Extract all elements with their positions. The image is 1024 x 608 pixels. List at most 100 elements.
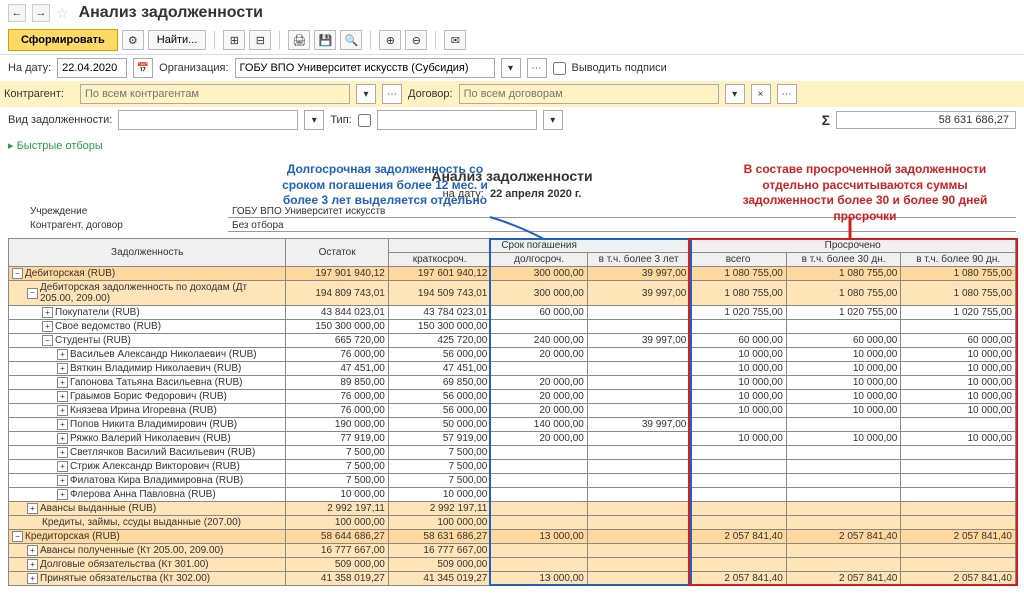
find-button[interactable]: Найти... <box>148 30 207 50</box>
table-row[interactable]: Кредиты, займы, ссуды выданные (207.00)1… <box>9 516 1016 530</box>
tree-toggle[interactable]: + <box>27 545 38 556</box>
org-dropdown-icon[interactable]: ▾ <box>501 58 521 78</box>
row-name: Кредиты, займы, ссуды выданные (207.00) <box>42 517 241 528</box>
table-row[interactable]: +Ряжко Валерий Николаевич (RUB)77 919,00… <box>9 432 1016 446</box>
contract-clear-icon[interactable]: × <box>751 84 771 104</box>
contractor-dropdown-icon[interactable]: ▾ <box>356 84 376 104</box>
tree-toggle[interactable]: − <box>12 531 23 542</box>
debt-type-label: Вид задолженности: <box>8 114 112 126</box>
type-checkbox[interactable] <box>358 114 371 127</box>
table-row[interactable]: −Кредиторская (RUB)58 644 686,2758 631 6… <box>9 530 1016 544</box>
annotation-blue: Долгосрочная задолженность со сроком пог… <box>270 162 500 209</box>
col-overdue: Просрочено <box>690 239 1016 253</box>
contractor-open-icon[interactable]: ⋯ <box>382 84 402 104</box>
row-name: Кредиторская (RUB) <box>25 531 120 542</box>
contract-dropdown-icon[interactable]: ▾ <box>725 84 745 104</box>
date-label: На дату: <box>8 62 51 74</box>
table-row[interactable]: +Филатова Кира Владимировна (RUB)7 500,0… <box>9 474 1016 488</box>
table-row[interactable]: −Дебиторская задолженность по доходам (Д… <box>9 281 1016 306</box>
tree-toggle[interactable]: + <box>57 475 68 486</box>
table-row[interactable]: +Долговые обязательства (Кт 301.00)509 0… <box>9 558 1016 572</box>
contract-input[interactable] <box>459 84 719 104</box>
row-name: Князева Ирина Игоревна (RUB) <box>70 405 217 416</box>
expand-all-icon[interactable]: ⊕ <box>379 30 401 50</box>
contract-label: Договор: <box>408 88 453 100</box>
table-row[interactable]: +Князева Ирина Игоревна (RUB)76 000,0056… <box>9 404 1016 418</box>
table-row[interactable]: +Свое ведомство (RUB)150 300 000,00150 3… <box>9 320 1016 334</box>
col-debt: Задолженность <box>9 239 286 267</box>
tree-collapse-icon[interactable]: ⊟ <box>249 30 271 50</box>
table-row[interactable]: +Флерова Анна Павловна (RUB)10 000,0010 … <box>9 488 1016 502</box>
contractor-input[interactable] <box>80 84 350 104</box>
tree-toggle[interactable]: + <box>57 461 68 472</box>
contract-open-icon[interactable]: ⋯ <box>777 84 797 104</box>
generate-button[interactable]: Сформировать <box>8 29 118 51</box>
total-value: 58 631 686,27 <box>836 111 1016 129</box>
type-dropdown-icon[interactable]: ▾ <box>543 110 563 130</box>
table-row[interactable]: +Стриж Александр Викторович (RUB)7 500,0… <box>9 460 1016 474</box>
debt-type-input[interactable] <box>118 110 298 130</box>
tree-toggle[interactable]: + <box>57 363 68 374</box>
tree-toggle[interactable]: − <box>27 288 38 299</box>
sigma-icon: Σ <box>822 112 830 128</box>
date-input[interactable] <box>57 58 127 78</box>
contr-label: Контрагент, договор <box>8 220 228 232</box>
favorite-icon[interactable]: ☆ <box>56 5 69 22</box>
print-icon[interactable]: 🖨 <box>288 30 310 50</box>
tree-toggle[interactable]: + <box>57 419 68 430</box>
table-row[interactable]: +Авансы полученные (Кт 205.00, 209.00)16… <box>9 544 1016 558</box>
table-row[interactable]: −Дебиторская (RUB)197 901 940,12197 601 … <box>9 267 1016 281</box>
row-name: Авансы полученные (Кт 205.00, 209.00) <box>40 545 223 556</box>
row-name: Ряжко Валерий Николаевич (RUB) <box>70 433 231 444</box>
table-row[interactable]: +Гапонова Татьяна Васильевна (RUB)89 850… <box>9 376 1016 390</box>
row-name: Попов Никита Владимирович (RUB) <box>70 419 237 430</box>
org-input[interactable] <box>235 58 495 78</box>
settings-icon[interactable]: ⚙ <box>122 30 144 50</box>
row-name: Свое ведомство (RUB) <box>55 321 161 332</box>
tree-toggle[interactable]: + <box>57 433 68 444</box>
table-row[interactable]: +Принятые обязательства (Кт 302.00)41 35… <box>9 572 1016 586</box>
table-row[interactable]: +Светлячков Василий Васильевич (RUB)7 50… <box>9 446 1016 460</box>
row-name: Светлячков Василий Васильевич (RUB) <box>70 447 255 458</box>
tree-toggle[interactable]: + <box>42 307 53 318</box>
calendar-icon[interactable]: 📅 <box>133 58 153 78</box>
table-row[interactable]: +Вяткин Владимир Николаевич (RUB)47 451,… <box>9 362 1016 376</box>
tree-toggle[interactable]: + <box>57 405 68 416</box>
type-label: Тип: <box>330 114 351 126</box>
tree-toggle[interactable]: + <box>27 573 38 584</box>
collapse-all-icon[interactable]: ⊖ <box>405 30 427 50</box>
row-name: Граымов Борис Федорович (RUB) <box>70 391 227 402</box>
org-open-icon[interactable]: ⋯ <box>527 58 547 78</box>
contractor-label: Контрагент: <box>4 88 74 100</box>
tree-toggle[interactable]: + <box>57 377 68 388</box>
tree-toggle[interactable]: − <box>42 335 53 346</box>
show-signers-checkbox[interactable] <box>553 62 566 75</box>
table-row[interactable]: +Васильев Александр Николаевич (RUB)76 0… <box>9 348 1016 362</box>
row-name: Вяткин Владимир Николаевич (RUB) <box>70 363 241 374</box>
type-input[interactable] <box>377 110 537 130</box>
tree-toggle[interactable]: + <box>27 559 38 570</box>
table-row[interactable]: +Граымов Борис Федорович (RUB)76 000,005… <box>9 390 1016 404</box>
save-icon[interactable]: 💾 <box>314 30 336 50</box>
table-row[interactable]: +Авансы выданные (RUB)2 992 197,112 992 … <box>9 502 1016 516</box>
quick-filter-toggle[interactable]: Быстрые отборы <box>0 133 1024 158</box>
report-date: 22 апреля 2020 г. <box>490 188 581 200</box>
nav-back-button[interactable]: ← <box>8 4 26 22</box>
tree-toggle[interactable]: + <box>57 349 68 360</box>
nav-forward-button[interactable]: → <box>32 4 50 22</box>
tree-expand-icon[interactable]: ⊞ <box>223 30 245 50</box>
table-row[interactable]: −Студенты (RUB)665 720,00425 720,00240 0… <box>9 334 1016 348</box>
tree-toggle[interactable]: − <box>12 268 23 279</box>
tree-toggle[interactable]: + <box>57 447 68 458</box>
tree-toggle[interactable]: + <box>27 503 38 514</box>
tree-toggle[interactable]: + <box>42 321 53 332</box>
tree-toggle[interactable]: + <box>57 391 68 402</box>
tree-toggle[interactable]: + <box>57 489 68 500</box>
table-row[interactable]: +Попов Никита Владимирович (RUB)190 000,… <box>9 418 1016 432</box>
debt-type-dropdown-icon[interactable]: ▾ <box>304 110 324 130</box>
col-over90: в т.ч. более 90 дн. <box>901 253 1016 267</box>
table-row[interactable]: +Покупатели (RUB)43 844 023,0143 784 023… <box>9 306 1016 320</box>
preview-icon[interactable]: 🔍 <box>340 30 362 50</box>
inst-label: Учреждение <box>8 206 228 218</box>
email-icon[interactable]: ✉ <box>444 30 466 50</box>
